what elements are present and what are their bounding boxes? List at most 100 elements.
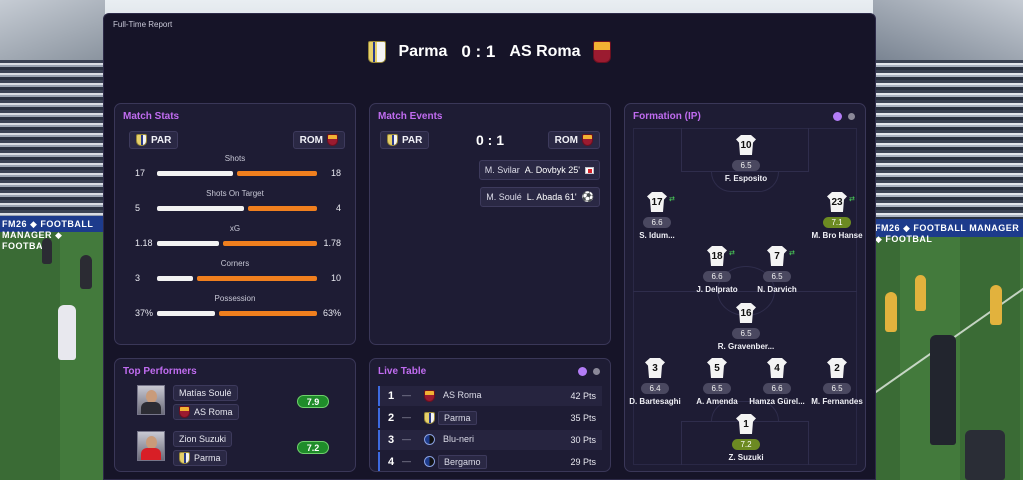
- event-assist: M. Soulé: [486, 192, 522, 202]
- red-card-icon: [585, 166, 594, 174]
- player-photo[interactable]: [137, 431, 165, 461]
- manager-figure: [930, 335, 956, 445]
- page-dot-active[interactable]: [833, 112, 842, 121]
- stat-home-value: 1.18: [135, 238, 153, 248]
- ad-text-right: FM26 ◆ FOOTBALL MANAGER ◆ FOOTBAL: [875, 223, 1020, 244]
- formation-player[interactable]: 3 6.4 D. Bartesaghi: [625, 358, 690, 406]
- table-row[interactable]: 2 — Parma 35 Pts: [378, 408, 602, 428]
- player-name: M. Fernandes: [811, 397, 863, 406]
- performer-team-tag[interactable]: Parma: [173, 450, 227, 466]
- table-row[interactable]: 1 — AS Roma 42 Pts: [378, 386, 602, 406]
- page-dots: [833, 112, 855, 121]
- table-position: 2: [388, 412, 395, 424]
- home-abbr: PAR: [151, 134, 172, 146]
- match-stats-title: Match Stats: [123, 111, 180, 122]
- manager-figure: [965, 430, 1005, 480]
- table-points: 35 Pts: [570, 413, 596, 423]
- formation-player[interactable]: 1 7.2 Z. Suzuki: [711, 414, 781, 462]
- roma-crest-icon: [592, 41, 611, 63]
- home-team-name: Parma: [398, 43, 448, 60]
- stat-away-bar: [223, 241, 317, 246]
- match-event[interactable]: M. Svilar A. Dovbyk 25': [478, 160, 600, 180]
- match-stats-card: Match Stats PAR ROM Shots 17 18 Shots On Ta…: [114, 103, 356, 345]
- table-team: Bergamo: [438, 455, 487, 469]
- away-team-name: AS Roma: [509, 43, 581, 60]
- performer-rating: 7.2: [297, 441, 329, 454]
- home-team-pill: PAR: [129, 131, 179, 149]
- performer-name-tag[interactable]: Zion Suzuki: [173, 431, 233, 447]
- table-movement: —: [402, 412, 411, 422]
- ad-board-left: FM26 ◆ FOOTBALL MANAGER ◆ FOOTBA: [0, 216, 105, 251]
- stat-away-value: 10: [330, 273, 341, 283]
- shirt-icon: 1: [736, 414, 756, 434]
- formation-player[interactable]: 17 ⇄ 6.6 S. Idum...: [625, 192, 692, 240]
- formation-player[interactable]: 2 6.5 M. Fernandes: [802, 358, 865, 406]
- match-events-title: Match Events: [378, 111, 443, 122]
- stat-away-bar: [248, 206, 317, 211]
- substitution-icon: ⇄: [849, 196, 855, 203]
- player-figure: [58, 305, 76, 360]
- performer-name-tag[interactable]: Matías Soulé: [173, 385, 238, 401]
- stat-home-bar: [157, 311, 215, 316]
- player-rating: 6.5: [763, 271, 791, 282]
- performer-team-tag[interactable]: AS Roma: [173, 404, 239, 420]
- formation-player[interactable]: 16 6.5 R. Gravenber...: [711, 303, 781, 351]
- ad-board-right: FM26 ◆ FOOTBALL MANAGER ◆ FOOTBAL: [873, 219, 1023, 244]
- stat-label: Shots: [224, 154, 246, 163]
- shirt-icon: 7: [767, 246, 787, 266]
- player-rating: 6.6: [643, 217, 671, 228]
- shirt-icon: 4: [767, 358, 787, 378]
- shirt-icon: 18: [707, 246, 727, 266]
- match-event[interactable]: M. Soulé L. Abada 61' ⚽: [480, 187, 600, 207]
- stat-home-value: 37%: [135, 308, 154, 318]
- away-team-pill: ROM: [547, 131, 600, 149]
- ad-text-left: FM26 ◆ FOOTBALL MANAGER ◆ FOOTBA: [2, 219, 94, 251]
- table-team: AS Roma: [443, 390, 482, 400]
- stat-label: Possession: [214, 294, 256, 303]
- table-team: Parma: [438, 411, 477, 425]
- shirt-icon: 17: [647, 192, 667, 212]
- formation-player[interactable]: 23 ⇄ 7.1 M. Bro Hanse: [802, 192, 865, 240]
- page-dots: [578, 367, 600, 376]
- formation-player[interactable]: 10 6.5 F. Esposito: [711, 135, 781, 183]
- blu-neri-crest-icon: [424, 434, 435, 445]
- stat-away-value: 4: [335, 203, 341, 213]
- player-name: R. Gravenber...: [717, 342, 775, 351]
- final-score: 0 : 1: [461, 42, 496, 61]
- page-dot-active[interactable]: [578, 367, 587, 376]
- player-photo[interactable]: [137, 385, 165, 415]
- stat-away-bar: [219, 311, 317, 316]
- away-abbr: ROM: [299, 134, 323, 146]
- parma-crest-icon: [179, 452, 190, 464]
- event-scorer: A. Dovbyk 25': [524, 165, 580, 175]
- formation-title: Formation (IP): [633, 111, 701, 122]
- stat-home-value: 5: [135, 203, 141, 213]
- stat-home-bar: [157, 241, 219, 246]
- table-points: 29 Pts: [570, 457, 596, 467]
- player-figure: [990, 285, 1002, 325]
- roma-crest-icon: [179, 406, 190, 418]
- stat-label: xG: [229, 224, 241, 233]
- match-events-card: Match Events PAR 0 : 1 ROM M. Svilar A. …: [369, 103, 611, 345]
- player-rating: 6.5: [732, 160, 760, 171]
- formation-player[interactable]: 7 ⇄ 6.5 N. Darvich: [742, 246, 812, 294]
- player-shirt: [141, 402, 161, 414]
- table-points: 42 Pts: [570, 391, 596, 401]
- player-figure: [42, 238, 52, 264]
- performer-name: Zion Suzuki: [179, 434, 227, 444]
- player-name: S. Idum...: [639, 231, 675, 240]
- report-label: Full-Time Report: [113, 20, 173, 29]
- player-rating: 7.2: [732, 439, 760, 450]
- table-movement: —: [402, 390, 411, 400]
- formation-card: Formation (IP) 10 6.5 F. Esposito 17 ⇄ 6.6 S. …: [624, 103, 866, 472]
- stat-home-bar: [157, 206, 244, 211]
- performer-name: Matías Soulé: [179, 388, 232, 398]
- page-dot[interactable]: [593, 368, 600, 375]
- player-rating: 6.5: [732, 328, 760, 339]
- page-dot[interactable]: [848, 113, 855, 120]
- away-abbr: ROM: [554, 134, 578, 146]
- stat-away-bar: [237, 171, 317, 176]
- player-rating: 6.5: [703, 383, 731, 394]
- table-row[interactable]: 3 — Blu-neri 30 Pts: [378, 430, 602, 450]
- table-row[interactable]: 4 — Bergamo 29 Pts: [378, 452, 602, 471]
